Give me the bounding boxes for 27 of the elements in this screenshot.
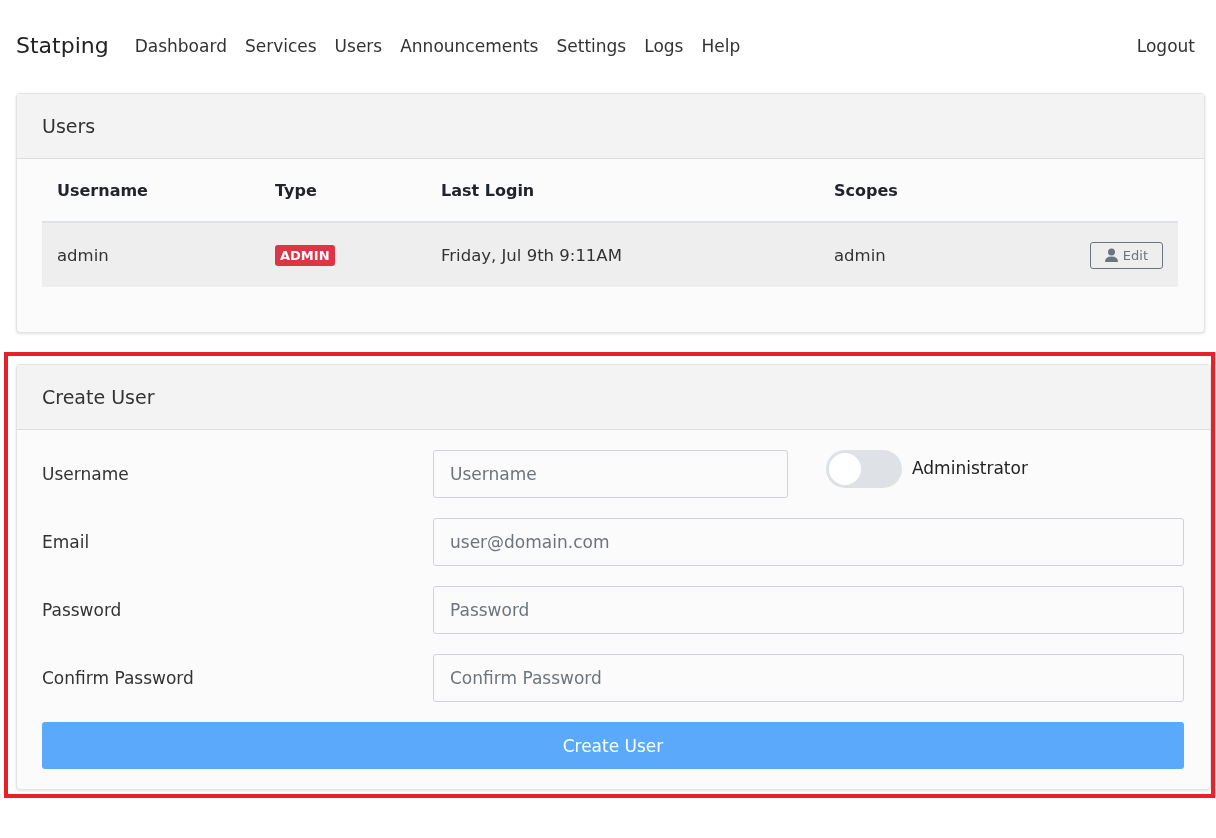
nav-link[interactable]: Logs bbox=[644, 35, 684, 56]
input-field[interactable]: Username bbox=[433, 450, 788, 498]
table-cell: admin bbox=[42, 223, 260, 287]
input-field[interactable]: Confirm Password bbox=[433, 654, 1184, 702]
table-cell: admin bbox=[834, 245, 886, 265]
field-label: Password bbox=[42, 600, 123, 620]
card-title: Create User bbox=[42, 386, 155, 408]
brand-logo[interactable]: Statping bbox=[16, 33, 109, 58]
field-label: Username bbox=[42, 464, 130, 484]
nav-link[interactable]: Announcements bbox=[400, 35, 539, 56]
nav-link[interactable]: Users bbox=[334, 35, 383, 56]
edit-button[interactable]: Edit bbox=[1089, 241, 1163, 269]
logout-link[interactable]: Logout bbox=[1136, 35, 1195, 56]
input-field[interactable]: user@domain.com bbox=[433, 518, 1184, 566]
nav-link[interactable]: Settings bbox=[556, 35, 627, 56]
field-label: Email bbox=[42, 532, 91, 552]
input-field[interactable]: Password bbox=[433, 586, 1184, 634]
field-label: Confirm Password bbox=[42, 668, 195, 688]
type-badge: ADMIN bbox=[275, 244, 335, 266]
table-cell: Friday, Jul 9th 9:11AM bbox=[426, 223, 819, 287]
nav-link[interactable]: Dashboard bbox=[134, 35, 227, 56]
user-icon bbox=[1104, 248, 1118, 262]
toggle-label: Administrator bbox=[912, 458, 1028, 478]
toggle-switch[interactable] bbox=[826, 450, 902, 488]
nav-link[interactable]: Help bbox=[701, 35, 741, 56]
nav-link[interactable]: Services bbox=[244, 35, 317, 56]
card-title: Users bbox=[42, 115, 96, 137]
